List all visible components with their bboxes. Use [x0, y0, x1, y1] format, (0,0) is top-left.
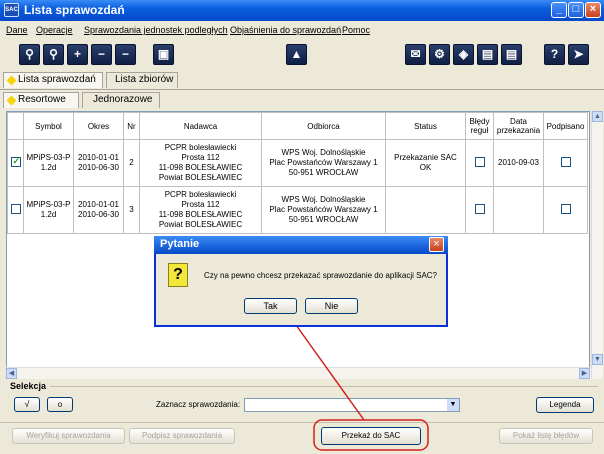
row-checkbox[interactable] [10, 203, 21, 214]
menu-dane[interactable]: Dane [6, 25, 28, 35]
main-tabs: Lista sprawozdań Lista zbiorów [0, 71, 604, 88]
przekaz-do-sac-button[interactable]: Przekaż do SAC [321, 427, 421, 445]
minus-icon[interactable]: − [91, 44, 112, 65]
window-title: Lista sprawozdań [24, 3, 125, 17]
menu-bar: Dane Operacje Sprawozdania jednostek pod… [0, 21, 604, 40]
scroll-up-icon[interactable]: ▲ [592, 111, 603, 122]
cell-status: Przekazanie SAC OK [385, 139, 466, 187]
horizontal-scrollbar[interactable]: ◀ ▶ [6, 367, 591, 379]
menu-sprawozdania-podleglych[interactable]: Sprawozdania jednostek podległych [84, 25, 228, 35]
scroll-right-icon[interactable]: ▶ [579, 368, 590, 379]
header-podpisano[interactable]: Podpisano [543, 112, 588, 140]
select-all-button[interactable]: √ [14, 397, 40, 412]
exit-icon[interactable]: ➤ [568, 44, 589, 65]
podpisano-checkbox[interactable] [560, 156, 571, 167]
stamp-icon[interactable]: ▲ [286, 44, 307, 65]
settings-icon[interactable]: ⚙ [429, 44, 450, 65]
weryfikuj-button[interactable]: Weryfikuj sprawozdania [12, 428, 125, 444]
cell-symbol: MPiPS-03-P 1.2d [23, 139, 74, 187]
tab-lista-zbiorow[interactable]: Lista zbiorów [106, 72, 178, 88]
diamond-icon [6, 95, 17, 106]
bledy-checkbox[interactable] [474, 203, 485, 214]
zaznacz-label: Zaznacz sprawozdania: [156, 400, 241, 409]
podpisz-button[interactable]: Podpisz sprawozdania [129, 428, 235, 444]
selekcja-label: Selekcja [10, 381, 47, 391]
header-nadawca[interactable]: Nadawca [139, 112, 262, 140]
row-checkbox[interactable] [10, 156, 21, 167]
cell-odbiorca: WPS Woj. Dolnośląskie Plac Powstańców War… [261, 139, 386, 187]
minimize-button[interactable]: _ [551, 2, 567, 18]
scroll-left-icon[interactable]: ◀ [6, 368, 17, 379]
header-odbiorca[interactable]: Odbiorca [261, 112, 386, 140]
document-icon[interactable]: ▤ [501, 44, 522, 65]
header-select [7, 112, 24, 140]
dialog-message: Czy na pewno chcesz przekazać sprawozdan… [204, 271, 438, 280]
book-icon[interactable]: ▤ [477, 44, 498, 65]
dialog-close-icon[interactable]: × [429, 237, 444, 252]
cell-okres: 2010-01-01 2010-06-30 [73, 139, 124, 187]
minus-alt-icon[interactable]: − [115, 44, 136, 65]
cell-nadawca: PCPR bolesławiecki Prosta 112 11-098 BOLES… [139, 139, 262, 187]
search-icon[interactable]: ⚲ [19, 44, 40, 65]
deselect-all-button[interactable]: o [47, 397, 73, 412]
tab-jednorazowe[interactable]: Jednorazowe [82, 92, 160, 108]
question-icon: ? [168, 263, 188, 287]
tab-lista-sprawozdan[interactable]: Lista sprawozdań [3, 72, 103, 88]
header-nr[interactable]: Nr [123, 112, 140, 140]
cell-status [385, 186, 466, 234]
plus-icon[interactable]: + [67, 44, 88, 65]
cell-podpisano[interactable] [543, 186, 588, 234]
search-alt-icon[interactable]: ⚲ [43, 44, 64, 65]
header-symbol[interactable]: Symbol [23, 112, 74, 140]
header-bledy[interactable]: Błędy reguł [465, 112, 494, 140]
zaznacz-select[interactable]: ▼ [244, 398, 460, 412]
network-icon[interactable]: ◈ [453, 44, 474, 65]
cell-nr: 3 [123, 186, 140, 234]
menu-operacje[interactable]: Operacje [36, 25, 73, 35]
row-select-cell[interactable] [7, 139, 24, 187]
row-select-cell[interactable] [7, 186, 24, 234]
close-window-button[interactable]: × [585, 2, 601, 18]
pokaz-bledy-button[interactable]: Pokaż listę błędów [499, 428, 593, 444]
table-header-row: Symbol Okres Nr Nadawca Odbiorca Status … [7, 112, 588, 140]
bledy-checkbox[interactable] [474, 156, 485, 167]
diamond-icon [6, 75, 17, 86]
cell-nadawca: PCPR bolesławiecki Prosta 112 11-098 BOLES… [139, 186, 262, 234]
toolbar: ⚲ ⚲ + − − ▣ ▲ ✉ ⚙ ◈ ▤ ▤ ? ➤ [0, 40, 604, 70]
help-icon[interactable]: ? [544, 44, 565, 65]
cell-bledy[interactable] [465, 186, 494, 234]
cell-okres: 2010-01-01 2010-06-30 [73, 186, 124, 234]
table-row[interactable]: MPiPS-03-P 1.2d 2010-01-01 2010-06-30 3 PC… [7, 186, 588, 234]
chevron-down-icon[interactable]: ▼ [447, 399, 459, 411]
confirm-dialog: Pytanie × ? Czy na pewno chcesz przekaza… [154, 236, 448, 327]
podpisano-checkbox[interactable] [560, 203, 571, 214]
app-icon: SAC [4, 3, 19, 17]
mail-icon[interactable]: ✉ [405, 44, 426, 65]
dialog-title: Pytanie [154, 236, 448, 254]
sub-tabs: Resortowe Jednorazowe [0, 89, 604, 108]
window-titlebar: SAC Lista sprawozdań _ □ × [0, 0, 604, 21]
menu-objasnienia[interactable]: Objaśnienia do sprawozdań [230, 25, 341, 35]
tak-button[interactable]: Tak [244, 298, 297, 314]
header-status[interactable]: Status [385, 112, 466, 140]
menu-pomoc[interactable]: Pomoc [342, 25, 370, 35]
header-data-przekazania[interactable]: Data przekazania [493, 112, 544, 140]
maximize-button[interactable]: □ [568, 2, 584, 18]
cell-symbol: MPiPS-03-P 1.2d [23, 186, 74, 234]
tab-resortowe[interactable]: Resortowe [3, 92, 79, 108]
save-icon[interactable]: ▣ [153, 44, 174, 65]
scroll-down-icon[interactable]: ▼ [592, 354, 603, 365]
nie-button[interactable]: Nie [305, 298, 358, 314]
vertical-scrollbar[interactable]: ▲ ▼ [591, 111, 603, 379]
table-row[interactable]: MPiPS-03-P1.2d 2010-01-012010-06-30 2 PC… [7, 139, 588, 187]
header-okres[interactable]: Okres [73, 112, 124, 140]
cell-data [493, 186, 544, 234]
cell-data: 2010-09-03 [493, 139, 544, 187]
group-divider [50, 386, 598, 387]
legenda-button[interactable]: Legenda [536, 397, 594, 413]
cell-nr: 2 [123, 139, 140, 187]
cell-bledy[interactable] [465, 139, 494, 187]
cell-odbiorca: WPS Woj. Dolnośląskie Plac Powstańców War… [261, 186, 386, 234]
cell-podpisano[interactable] [543, 139, 588, 187]
